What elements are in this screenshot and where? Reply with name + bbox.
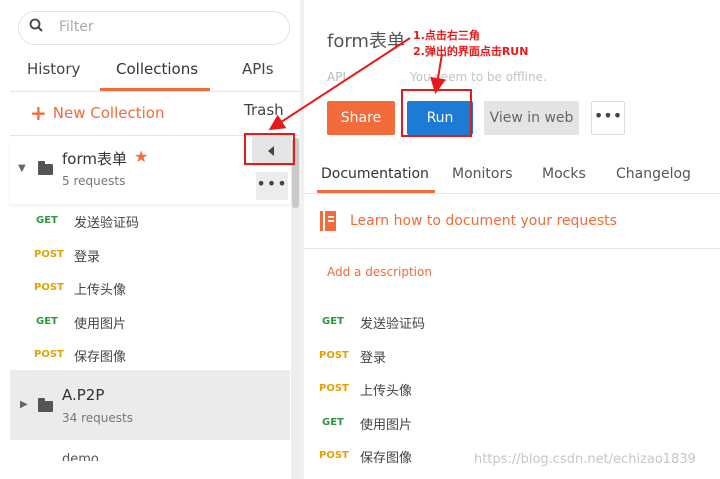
request-name: 上传头像 — [360, 384, 413, 399]
method-badge: GET — [322, 316, 344, 327]
add-description-link[interactable]: Add a description — [327, 265, 432, 279]
method-badge: GET — [36, 316, 58, 327]
collection-item-ap2p[interactable]: ▶ A.P2P 34 requests — [10, 370, 290, 440]
filter-search-box[interactable]: Filter — [18, 11, 290, 45]
folder-icon — [38, 161, 53, 175]
watermark: https://blog.csdn.net/echizao1839 — [474, 452, 696, 467]
tab-monitors[interactable]: Monitors — [452, 166, 513, 182]
request-item[interactable]: GET 发送验证码 — [0, 205, 290, 237]
collection-name: form表单 — [62, 150, 127, 168]
star-icon[interactable]: ★ — [134, 147, 148, 166]
chevron-down-icon[interactable]: ▼ — [18, 163, 26, 174]
tabs-divider — [10, 91, 300, 92]
tab-changelog[interactable]: Changelog — [616, 166, 691, 182]
method-badge: POST — [34, 349, 64, 360]
chevron-right-icon[interactable]: ▶ — [20, 399, 28, 410]
annotation-step-1: 1.点击右三角 — [413, 29, 480, 42]
request-name: 发送验证码 — [74, 216, 140, 231]
method-badge: POST — [319, 383, 349, 394]
request-name: 保存图像 — [360, 451, 413, 466]
collection-name: demo — [62, 452, 99, 461]
tabs-divider — [304, 193, 720, 194]
request-item[interactable]: POST 登录 — [0, 239, 290, 271]
method-badge: POST — [34, 249, 64, 260]
tab-collections[interactable]: Collections — [116, 60, 198, 78]
request-item[interactable]: POST 上传头像 — [0, 272, 290, 304]
request-name: 上传头像 — [74, 283, 127, 298]
request-item[interactable]: GET 使用图片 — [0, 306, 290, 338]
request-name: 登录 — [360, 351, 387, 366]
book-icon — [320, 211, 336, 231]
request-name: 登录 — [74, 250, 101, 265]
tab-history[interactable]: History — [27, 60, 80, 78]
search-icon — [29, 18, 43, 32]
method-badge: POST — [34, 282, 64, 293]
collection-more-button[interactable]: ••• — [256, 172, 288, 200]
request-item[interactable]: GET 发送验证码 — [318, 306, 718, 336]
new-collection-label: New Collection — [52, 104, 165, 122]
more-options-button[interactable]: ••• — [591, 101, 625, 135]
filter-placeholder: Filter — [59, 19, 94, 35]
request-name: 保存图像 — [74, 350, 127, 365]
request-name: 发送验证码 — [360, 317, 426, 332]
new-collection-button[interactable]: + New Collection — [30, 101, 164, 125]
collections-sidebar: Filter History Collections APIs + New Col… — [0, 0, 300, 479]
request-name: 使用图片 — [360, 418, 413, 433]
request-item[interactable]: POST 登录 — [318, 340, 718, 370]
request-name: 使用图片 — [74, 317, 127, 332]
plus-icon: + — [30, 101, 47, 125]
learn-documentation-link[interactable]: Learn how to document your requests — [350, 213, 617, 229]
content-divider — [304, 248, 720, 249]
method-badge: POST — [319, 450, 349, 461]
collection-name: A.P2P — [62, 386, 105, 404]
annotation-step-2: 2.弹出的界面点击RUN — [413, 45, 529, 58]
request-item[interactable]: GET 使用图片 — [318, 407, 718, 437]
view-in-web-button[interactable]: View in web — [484, 101, 579, 135]
collection-request-count: 5 requests — [62, 174, 126, 188]
method-badge: GET — [322, 417, 344, 428]
tab-mocks[interactable]: Mocks — [542, 166, 586, 182]
sidebar-scrollbar[interactable] — [291, 138, 300, 479]
method-badge: POST — [319, 350, 349, 361]
request-item[interactable]: POST 上传头像 — [318, 373, 718, 403]
folder-icon — [38, 398, 53, 412]
method-badge: GET — [36, 215, 58, 226]
collection-item-demo[interactable]: demo — [62, 452, 99, 461]
request-item[interactable]: POST 保存图像 — [0, 339, 290, 371]
collection-request-count: 34 requests — [62, 411, 133, 425]
tab-documentation[interactable]: Documentation — [321, 166, 429, 182]
